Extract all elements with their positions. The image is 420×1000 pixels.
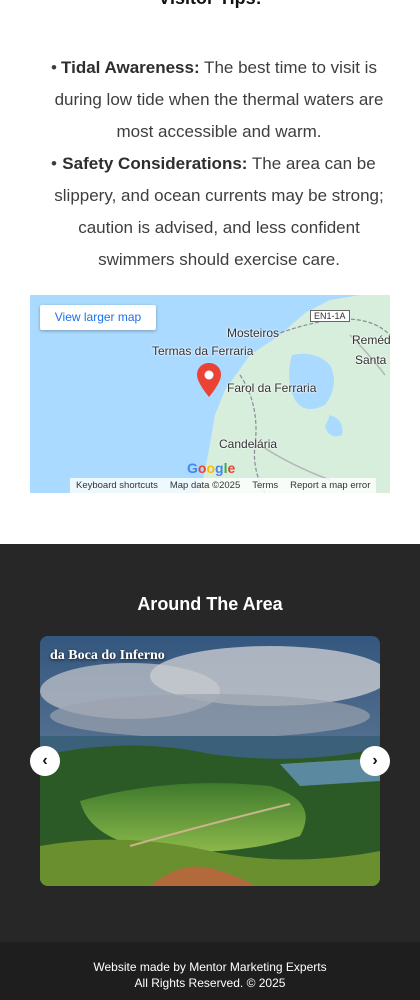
- footer-copyright: All Rights Reserved. © 2025: [134, 976, 286, 990]
- keyboard-shortcuts-link[interactable]: Keyboard shortcuts: [76, 480, 158, 491]
- visitor-tips-list: • Tidal Awareness: The best time to visi…: [0, 52, 420, 276]
- tip-title: Tidal Awareness:: [61, 58, 200, 77]
- around-the-area-section: Around The Area da Boca do Inferno ‹ ›: [0, 544, 420, 942]
- chevron-left-icon: ‹: [42, 752, 48, 769]
- chevron-right-icon: ›: [372, 752, 378, 769]
- report-map-error-link[interactable]: Report a map error: [290, 480, 370, 491]
- map-footer: Keyboard shortcuts Map data ©2025 Terms …: [70, 478, 377, 493]
- visitor-tips-heading: Visitor Tips:: [0, 0, 420, 9]
- carousel-next-button[interactable]: ›: [360, 746, 390, 776]
- tip-safety-considerations: • Safety Considerations: The area can be…: [48, 148, 390, 276]
- around-the-area-title: Around The Area: [137, 594, 283, 614]
- tip-title: Safety Considerations:: [62, 154, 248, 173]
- carousel-prev-button[interactable]: ‹: [30, 746, 60, 776]
- map-label-mosteiros: Mosteiros: [227, 326, 280, 340]
- map-label-termas: Termas da Ferraria: [152, 344, 254, 358]
- view-larger-map-link[interactable]: View larger map: [40, 305, 156, 330]
- map-label-candelaria: Candelária: [219, 437, 278, 451]
- carousel-slide[interactable]: da Boca do Inferno: [40, 636, 380, 886]
- map-label-santa: Santa: [355, 353, 387, 367]
- tip-tidal-awareness: • Tidal Awareness: The best time to visi…: [48, 52, 390, 148]
- bullet-icon: •: [51, 58, 57, 77]
- google-logo: Google: [187, 460, 236, 476]
- slide-caption: da Boca do Inferno: [50, 648, 165, 663]
- road-shield: EN1-1A: [310, 310, 350, 322]
- map-pin-icon[interactable]: [197, 363, 221, 397]
- bullet-icon: •: [51, 154, 57, 173]
- map-label-farol: Farol da Ferraria: [227, 381, 317, 395]
- map-label-remed: Reméd: [352, 333, 390, 347]
- site-footer: Website made by Mentor Marketing Experts…: [0, 942, 420, 1000]
- landscape-image: [40, 636, 380, 886]
- terms-link[interactable]: Terms: [252, 480, 278, 491]
- map-data-label: Map data ©2025: [169, 480, 241, 491]
- footer-credit: Website made by Mentor Marketing Experts: [93, 960, 327, 974]
- embedded-map[interactable]: View larger map EN1-1A Mosteiros Reméd S…: [30, 295, 390, 493]
